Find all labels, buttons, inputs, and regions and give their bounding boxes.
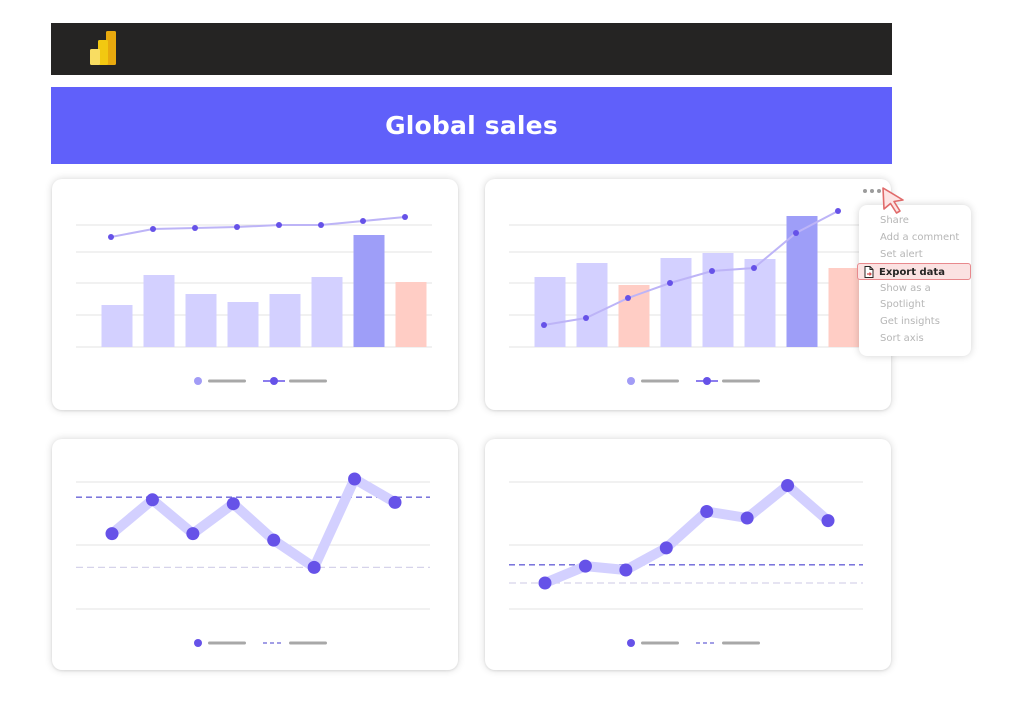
menu-item-show-as[interactable]: Show as a bbox=[880, 281, 931, 297]
bar bbox=[143, 275, 175, 347]
line-point bbox=[307, 560, 321, 574]
legend-placeholder bbox=[722, 379, 760, 383]
bar bbox=[576, 263, 608, 347]
line-point bbox=[402, 214, 408, 220]
line-point bbox=[619, 563, 633, 577]
bar bbox=[534, 277, 566, 347]
bar bbox=[269, 294, 301, 347]
bar bbox=[101, 305, 133, 347]
line-point bbox=[388, 495, 402, 509]
menu-item-get-insights[interactable]: Get insights bbox=[880, 314, 940, 330]
line-point bbox=[709, 268, 715, 274]
line-point bbox=[360, 218, 366, 224]
chart-line-2 bbox=[509, 479, 863, 647]
line-point bbox=[105, 527, 119, 541]
bar bbox=[744, 259, 776, 347]
legend-marker bbox=[627, 377, 635, 385]
line-point bbox=[267, 533, 281, 547]
bar bbox=[828, 268, 860, 347]
powerbi-logo-icon[interactable] bbox=[89, 30, 117, 66]
visual-card-combo-2[interactable] bbox=[485, 179, 891, 410]
bar bbox=[311, 277, 343, 347]
more-dot-icon bbox=[863, 189, 867, 193]
bar bbox=[227, 302, 259, 347]
line-point bbox=[793, 230, 799, 236]
legend-placeholder bbox=[208, 379, 246, 383]
visual-context-menu: Share Add a comment Set alert Export dat… bbox=[857, 205, 971, 356]
bar bbox=[618, 285, 650, 347]
line-point bbox=[186, 527, 200, 541]
legend-marker bbox=[270, 377, 278, 385]
chart-combo-1 bbox=[76, 214, 432, 385]
legend-placeholder bbox=[289, 379, 327, 383]
bar bbox=[786, 216, 818, 347]
line-point bbox=[583, 315, 589, 321]
line-point bbox=[150, 226, 156, 232]
line-point bbox=[700, 505, 714, 518]
line-point bbox=[192, 225, 198, 231]
line-point bbox=[781, 479, 795, 492]
bar bbox=[353, 235, 385, 347]
page-title: Global sales bbox=[385, 111, 558, 140]
menu-item-label: Export data bbox=[879, 267, 945, 278]
bar bbox=[660, 258, 692, 347]
line-point bbox=[318, 222, 324, 228]
chart-combo-2 bbox=[509, 208, 865, 385]
line-point bbox=[740, 511, 754, 525]
chart-line-1 bbox=[76, 472, 430, 647]
export-file-icon bbox=[864, 266, 874, 278]
line-point bbox=[835, 208, 841, 214]
legend-placeholder bbox=[289, 641, 327, 645]
visual-card-line-1[interactable] bbox=[52, 439, 458, 670]
line-point bbox=[538, 576, 552, 590]
line-point bbox=[348, 472, 362, 486]
legend-marker bbox=[627, 639, 635, 647]
line-point bbox=[625, 295, 631, 301]
report-banner: Global sales bbox=[51, 87, 892, 164]
line-point bbox=[751, 265, 757, 271]
bar bbox=[395, 282, 427, 347]
menu-item-sort-axis[interactable]: Sort axis bbox=[880, 331, 924, 347]
line-point bbox=[145, 493, 159, 507]
menu-item-spotlight[interactable]: Spotlight bbox=[880, 297, 925, 313]
mouse-pointer-icon bbox=[882, 187, 904, 214]
menu-item-set-alert[interactable]: Set alert bbox=[880, 247, 923, 263]
menu-item-add-comment[interactable]: Add a comment bbox=[880, 230, 959, 246]
line-point bbox=[821, 514, 835, 528]
line-point bbox=[659, 541, 673, 555]
line-point bbox=[541, 322, 547, 328]
legend-marker bbox=[194, 377, 202, 385]
line-point bbox=[108, 234, 114, 240]
series-line bbox=[107, 474, 400, 573]
visual-card-line-2[interactable] bbox=[485, 439, 891, 670]
line-point bbox=[226, 497, 240, 511]
line-point bbox=[234, 224, 240, 230]
legend-placeholder bbox=[641, 379, 679, 383]
top-bar bbox=[51, 23, 892, 75]
line-point bbox=[276, 222, 282, 228]
visual-card-combo-1[interactable] bbox=[52, 179, 458, 410]
legend-placeholder bbox=[208, 641, 246, 645]
bar bbox=[185, 294, 217, 347]
menu-item-export-data[interactable]: Export data bbox=[857, 263, 971, 280]
bar bbox=[702, 253, 734, 347]
legend-placeholder bbox=[722, 641, 760, 645]
line-point bbox=[667, 280, 673, 286]
legend-marker bbox=[194, 639, 202, 647]
legend-marker bbox=[703, 377, 711, 385]
legend-placeholder bbox=[641, 641, 679, 645]
line-point bbox=[578, 559, 592, 573]
more-dot-icon bbox=[870, 189, 874, 193]
